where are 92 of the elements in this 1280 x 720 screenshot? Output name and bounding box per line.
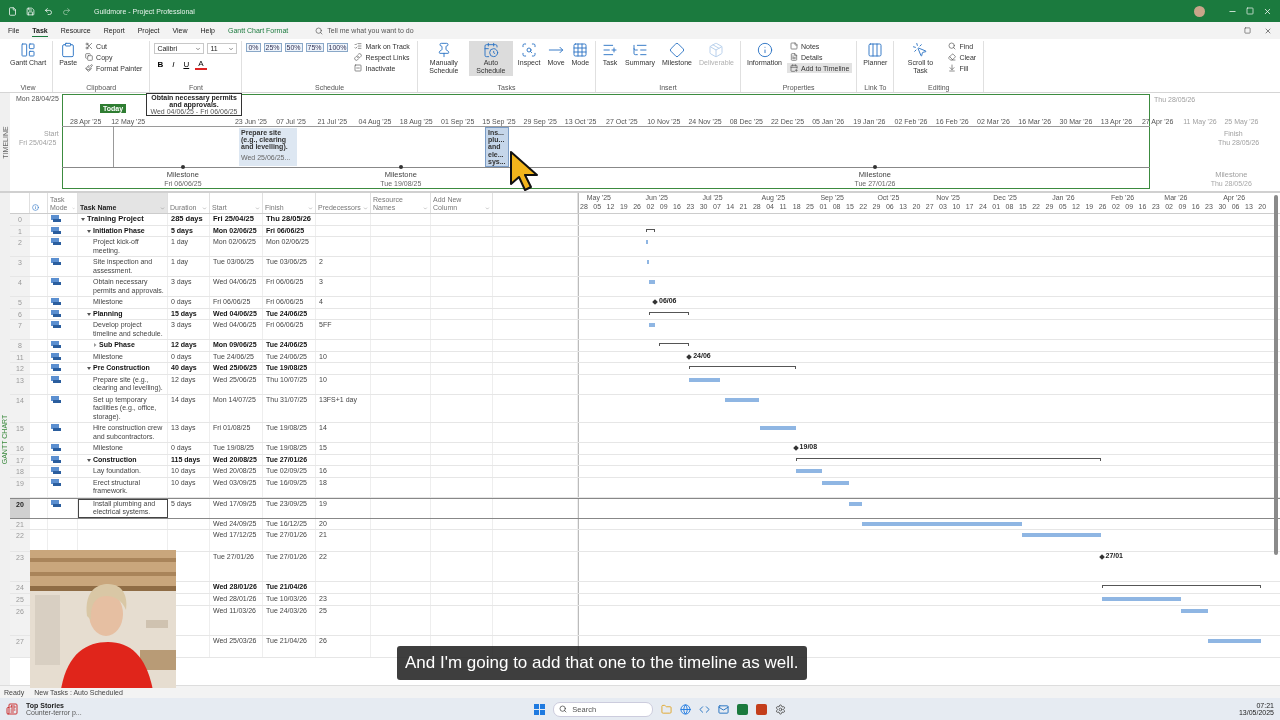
app-icon[interactable]	[756, 703, 768, 715]
news-icon[interactable]	[6, 703, 18, 715]
globe-icon[interactable]	[680, 703, 692, 715]
task-mode-icon	[51, 395, 61, 403]
task-mode-icon	[51, 258, 61, 265]
calendar-plus-icon	[790, 64, 799, 72]
task-mode-icon	[51, 424, 61, 431]
checklist-icon	[354, 42, 363, 50]
search-icon	[315, 26, 324, 35]
caret-icon[interactable]	[228, 45, 235, 52]
close-icon[interactable]	[1264, 26, 1272, 35]
pointer-icon	[912, 42, 929, 58]
minus-square-icon	[354, 64, 363, 72]
task-bar	[689, 377, 720, 382]
arrow-down-icon	[948, 64, 957, 72]
task-mode-icon	[51, 309, 61, 317]
task-bar	[649, 323, 655, 327]
undo-icon[interactable]	[44, 6, 53, 16]
task-bar	[759, 426, 796, 430]
expand-icon[interactable]	[93, 341, 97, 349]
milestone-icon	[792, 445, 799, 451]
eraser-icon	[948, 53, 957, 61]
format-button[interactable]: A	[195, 59, 207, 70]
mail-icon[interactable]	[718, 703, 730, 715]
task-mode-icon	[51, 499, 61, 507]
columns-icon	[867, 42, 884, 58]
scroll-bar[interactable]	[1274, 195, 1278, 555]
subtitle: And I'm going to add that one to the timeline as well.	[397, 646, 807, 680]
search-icon	[559, 704, 568, 713]
task-mode-icon	[51, 321, 61, 328]
task-mode-icon	[51, 226, 61, 234]
avatar[interactable]	[1194, 5, 1205, 17]
format-button[interactable]: U	[180, 60, 193, 69]
task-mode-icon	[51, 478, 61, 486]
paintbrush-icon	[85, 64, 94, 72]
milestone-icon	[1098, 554, 1105, 560]
save-icon[interactable]	[26, 6, 35, 16]
note-icon	[790, 42, 799, 50]
task-mode-icon	[51, 215, 61, 222]
document-icon	[790, 53, 799, 61]
milestone-icon	[686, 353, 692, 360]
summary-bar	[658, 343, 690, 346]
grid-icon	[572, 42, 589, 58]
format-button[interactable]: I	[169, 60, 178, 69]
summary-bar	[645, 228, 655, 232]
app-icon[interactable]	[8, 6, 17, 16]
copy-icon	[85, 53, 94, 61]
task-mode-icon	[51, 341, 61, 348]
task-mode-icon	[51, 352, 61, 360]
task-mode-icon	[51, 364, 61, 371]
chart-icon	[20, 42, 37, 58]
search-icon	[948, 42, 957, 50]
task-bar	[1207, 639, 1262, 643]
task-bar	[795, 469, 823, 473]
scissors-icon	[85, 42, 94, 50]
restore-icon[interactable]	[1244, 27, 1251, 34]
collapse-icon[interactable]	[81, 215, 85, 223]
task-mode-icon	[51, 444, 61, 451]
redo-icon[interactable]	[62, 6, 71, 16]
inspect-icon	[521, 42, 538, 58]
task-bar	[848, 501, 863, 506]
task-mode-icon	[51, 298, 61, 305]
diamond-icon	[669, 42, 685, 58]
list-tree-icon	[632, 42, 648, 58]
clipboard-icon	[60, 42, 77, 58]
task-mode-icon	[51, 455, 61, 463]
code-icon[interactable]	[699, 703, 711, 715]
caret-icon[interactable]	[195, 45, 202, 52]
list-plus-icon	[602, 42, 619, 58]
task-bar	[649, 280, 655, 284]
package-icon	[708, 42, 725, 58]
milestone-icon	[652, 299, 658, 305]
task-bar	[822, 480, 849, 485]
project-app-icon[interactable]	[737, 703, 749, 715]
task-bar	[647, 260, 650, 264]
windows-icon[interactable]	[534, 703, 546, 715]
task-mode-icon	[51, 278, 61, 285]
calendar-icon	[482, 42, 499, 58]
task-bar	[725, 397, 760, 402]
summary-bar	[649, 311, 690, 315]
info-icon	[756, 42, 773, 58]
collapse-icon[interactable]	[87, 364, 91, 372]
close-icon[interactable]	[1263, 6, 1272, 16]
task-bar	[645, 240, 648, 244]
format-button[interactable]: B	[154, 60, 167, 69]
link-icon	[354, 53, 363, 61]
task-bar	[1181, 609, 1208, 613]
task-mode-icon	[51, 375, 61, 383]
task-mode-icon	[51, 238, 61, 245]
info-icon	[32, 204, 39, 211]
settings-icon[interactable]	[775, 703, 787, 715]
task-mode-icon	[51, 467, 61, 474]
